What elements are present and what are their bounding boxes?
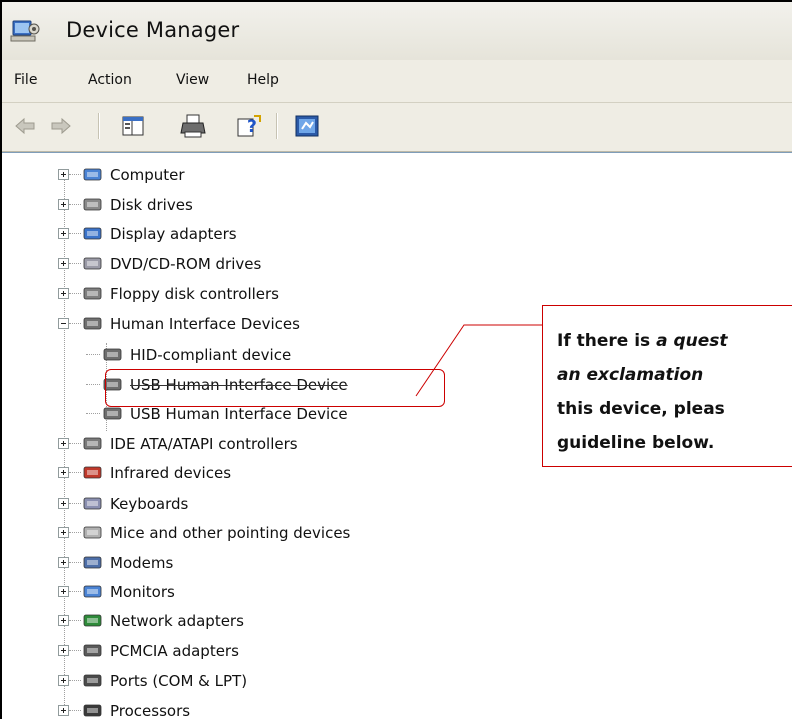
callout-box: If there is a quest an exclamation this … <box>542 305 792 467</box>
device-manager-window: Device Manager File Action View Help ? C… <box>0 0 792 719</box>
callout-line-1: If there is a quest <box>557 324 792 358</box>
callout-line-4: guideline below. <box>557 433 715 453</box>
callout-line-3: this device, pleas <box>557 399 725 419</box>
callout-text-italic: a quest <box>656 331 728 351</box>
callout-text: If there is <box>557 331 657 351</box>
callout-text-italic: an exclamation <box>557 365 704 385</box>
callout-line-2: an exclamation <box>557 358 792 392</box>
